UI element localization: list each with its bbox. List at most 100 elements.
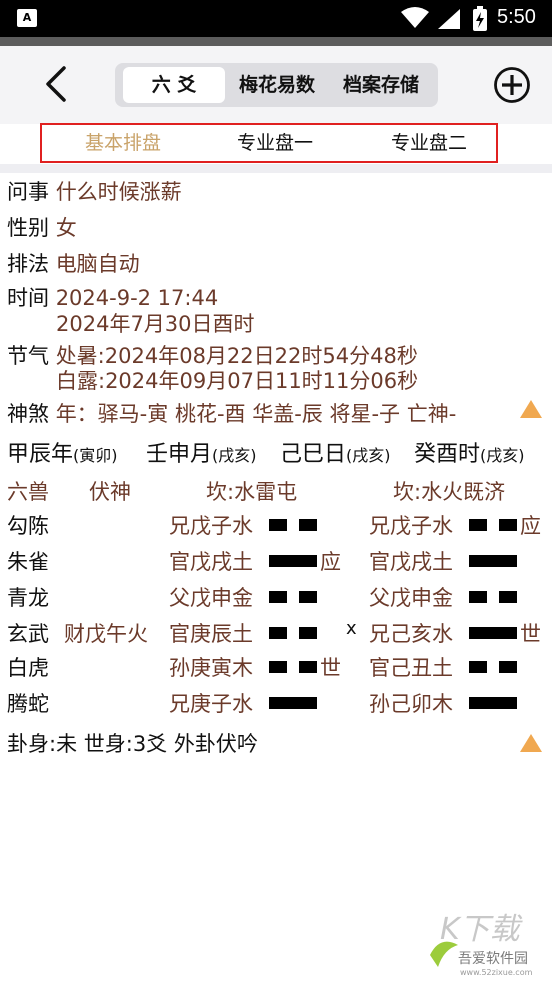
day-pillar-text: 己巳日 [280, 442, 347, 467]
col-changed-hexagram-header: 坎:水火既济 [393, 480, 506, 504]
mode-segmented-control: 六 爻 梅花易数 档案存储 [115, 63, 438, 107]
month-pillar: 壬申月(戌亥) [146, 436, 257, 468]
beast-2: 青龙 [7, 586, 49, 610]
changed-line-label-1: 官戊戌土 [369, 550, 453, 574]
month-void: (戌亥) [212, 446, 257, 465]
time-value-gregorian: 2024-9-2 17:44 [55, 286, 219, 310]
hour-pillar: 癸酉时(戌亥) [414, 436, 525, 468]
main-line-3-yin-line-right [299, 627, 317, 639]
battery-charging-icon [473, 6, 487, 31]
main-line-label-3: 官庚辰土 [169, 622, 253, 646]
col-beasts-header: 六兽 [7, 480, 49, 504]
time-label: 时间 [7, 286, 49, 310]
solar-term-value-2: 白露:2024年09月07日11时11分06秒 [56, 369, 419, 393]
main-line-label-2: 父戊申金 [169, 586, 253, 610]
year-pillar: 甲辰年(寅卯) [7, 436, 118, 468]
main-line-2-yin-line-left [269, 591, 287, 603]
main-line-mark-1: 应 [320, 550, 341, 574]
changed-line-5-yang-line [469, 697, 517, 709]
year-void: (寅卯) [73, 446, 118, 465]
summary-text: 卦身:未 世身:3爻 外卦伏吟 [7, 732, 258, 756]
changed-line-label-0: 兄戊子水 [369, 514, 453, 538]
day-pillar: 己巳日(戌亥) [280, 436, 391, 468]
main-line-label-0: 兄戊子水 [169, 514, 253, 538]
subtab-basic[interactable]: 基本排盘 [62, 125, 184, 161]
spirits-row: 神煞 年：驿马-寅 桃花-酉 华盖-辰 将星-子 亡神- [7, 398, 456, 428]
main-line-label-5: 兄庚子水 [169, 692, 253, 716]
main-line-label-1: 官戊戌土 [169, 550, 253, 574]
method-value: 电脑自动 [55, 252, 140, 276]
hour-pillar-text: 癸酉时 [414, 442, 481, 467]
spirits-value: 年：驿马-寅 桃花-酉 华盖-辰 将星-子 亡神- [55, 402, 457, 426]
beast-5: 腾蛇 [7, 692, 49, 716]
changed-line-mark-0: 应 [520, 514, 541, 538]
solar-term-row-2: 白露:2024年09月07日11时11分06秒 [56, 365, 418, 395]
divider [0, 37, 552, 46]
changed-line-label-4: 官己丑土 [369, 656, 453, 680]
svg-text:K下载: K下载 [440, 912, 524, 947]
changed-line-1-yang-line [469, 555, 517, 567]
changed-line-label-2: 父戊申金 [369, 586, 453, 610]
subtab-pro-one[interactable]: 专业盘一 [214, 125, 336, 161]
day-void: (戌亥) [346, 446, 391, 465]
site-watermark-logo: K下载 吾爱软件园 www.52zixue.com [430, 912, 533, 977]
main-line-4-yin-line-left [269, 661, 287, 673]
hidden-spirit-3: 财戊午火 [64, 622, 148, 646]
beast-1: 朱雀 [7, 550, 49, 574]
question-row: 问事 什么时候涨薪 [7, 176, 182, 206]
changed-line-0-yin-line-right [499, 519, 517, 531]
tab-liuyao[interactable]: 六 爻 [123, 67, 225, 103]
expand-summary-icon[interactable] [520, 734, 542, 752]
beast-3: 玄武 [7, 622, 49, 646]
main-line-0-yin-line-right [299, 519, 317, 531]
clock: 5:50 [497, 6, 536, 28]
chart-type-tabs: 基本排盘 专业盘一 专业盘二 [40, 123, 498, 163]
changed-line-label-5: 孙己卯木 [369, 692, 453, 716]
changed-line-mark-3: 世 [520, 622, 541, 646]
main-line-2-yin-line-right [299, 591, 317, 603]
main-line-5-yang-line [269, 697, 317, 709]
changed-line-4-yin-line-right [499, 661, 517, 673]
signal-icon [438, 9, 460, 29]
solar-term-label: 节气 [7, 344, 49, 368]
changed-line-label-3: 兄己亥水 [369, 622, 453, 646]
wifi-icon [401, 7, 429, 28]
add-icon[interactable] [493, 66, 531, 104]
changed-line-2-yin-line-left [469, 591, 487, 603]
question-label: 问事 [7, 180, 49, 204]
spirits-label: 神煞 [7, 402, 49, 426]
changed-line-3-yang-line [469, 627, 517, 639]
watermark-text: 吾爱软件园 [458, 951, 528, 967]
hour-void: (戌亥) [480, 446, 525, 465]
changed-line-0-yin-line-left [469, 519, 487, 531]
expand-spirits-icon[interactable] [520, 400, 542, 418]
changed-line-2-yin-line-right [499, 591, 517, 603]
status-bar: A 5:50 [0, 0, 552, 37]
changed-line-4-yin-line-left [469, 661, 487, 673]
main-line-3-yin-line-left [269, 627, 287, 639]
time-value-lunar: 2024年7月30日酉时 [56, 312, 255, 336]
gender-label: 性别 [7, 216, 49, 240]
app-notification-icon: A [17, 9, 37, 27]
main-line-mark-4: 世 [320, 656, 341, 680]
tab-meihua[interactable]: 梅花易数 [229, 67, 325, 103]
watermark-url: www.52zixue.com [460, 968, 533, 977]
tab-archive[interactable]: 档案存储 [331, 67, 431, 103]
main-line-0-yin-line-left [269, 519, 287, 531]
main-line-4-yin-line-right [299, 661, 317, 673]
method-label: 排法 [7, 252, 49, 276]
month-pillar-text: 壬申月 [146, 442, 213, 467]
back-arrow-icon[interactable] [40, 64, 74, 104]
gender-value: 女 [55, 216, 77, 240]
question-value: 什么时候涨薪 [55, 180, 182, 204]
beast-0: 勾陈 [7, 514, 49, 538]
moving-line-marker-3: x [346, 618, 357, 639]
hexagram-summary: 卦身:未 世身:3爻 外卦伏吟 [7, 728, 258, 758]
time-row-lunar: 2024年7月30日酉时 [56, 308, 255, 338]
col-hidden-header: 伏神 [89, 480, 131, 504]
main-line-1-yang-line [269, 555, 317, 567]
subtab-pro-two[interactable]: 专业盘二 [368, 125, 490, 161]
beast-4: 白虎 [7, 656, 49, 680]
method-row: 排法 电脑自动 [7, 248, 140, 278]
main-line-label-4: 孙庚寅木 [169, 656, 253, 680]
